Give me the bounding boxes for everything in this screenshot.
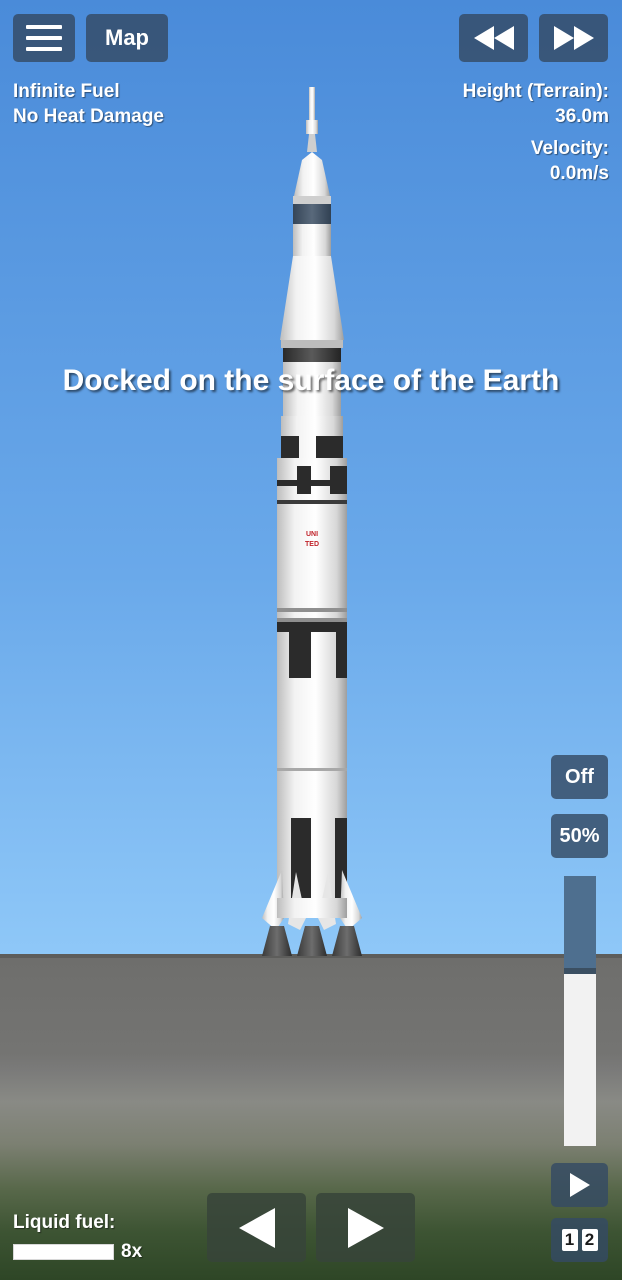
rocket [262,87,362,956]
rewind-icon [473,26,514,50]
stage-2-label: 2 [581,1229,598,1251]
stage-1-label: 1 [561,1229,578,1251]
stage-selector[interactable]: 1 2 [551,1218,608,1262]
cheat-no-heat-damage: No Heat Damage [13,106,164,127]
rotate-left-button[interactable] [207,1193,306,1262]
hamburger-menu-icon [26,25,62,51]
fast-forward-icon [553,26,594,50]
velocity-label: Velocity: [530,138,609,159]
height-value: 36.0m [555,106,609,127]
lunar-adapter [280,256,344,340]
play-icon [569,1173,590,1197]
throttle-slider-fill [564,876,596,971]
rotate-left-icon [238,1207,275,1248]
height-label: Height (Terrain): [462,81,609,102]
play-button[interactable] [551,1163,608,1207]
velocity-value: 0.0m/s [549,163,609,184]
fuel-bar [13,1244,114,1260]
throttle-preset-label: 50% [559,824,600,847]
rotate-right-icon [347,1207,384,1248]
escape-tower-tip [309,87,315,121]
sas-toggle-label: Off [565,765,594,788]
rewind-button[interactable] [459,14,528,62]
sas-toggle-button[interactable]: Off [551,755,608,799]
fuel-bar-fill [14,1245,113,1259]
menu-button[interactable] [13,14,75,62]
throttle-slider[interactable] [564,876,596,1146]
command-module [294,152,330,196]
second-stage [277,506,347,610]
engine-nozzle-right [332,926,362,956]
throttle-preset-button[interactable]: 50% [551,814,608,858]
fuel-multiplier: 8x [121,1241,143,1262]
game-scene: UNITED Map Infinite Fuel No Heat Damage … [0,0,622,1280]
cheat-infinite-fuel: Infinite Fuel [13,81,120,102]
engine-nozzle-left [262,926,292,956]
engine-nozzle-center [297,926,327,956]
fuel-label: Liquid fuel: [13,1212,116,1233]
map-button-label: Map [105,25,149,50]
map-button[interactable]: Map [86,14,168,62]
fast-forward-button[interactable] [539,14,608,62]
status-banner: Docked on the surface of the Earth [62,364,560,397]
throttle-slider-handle[interactable] [564,968,596,974]
rotate-right-button[interactable] [316,1193,415,1262]
rocket-marking: UNITED [305,531,319,548]
